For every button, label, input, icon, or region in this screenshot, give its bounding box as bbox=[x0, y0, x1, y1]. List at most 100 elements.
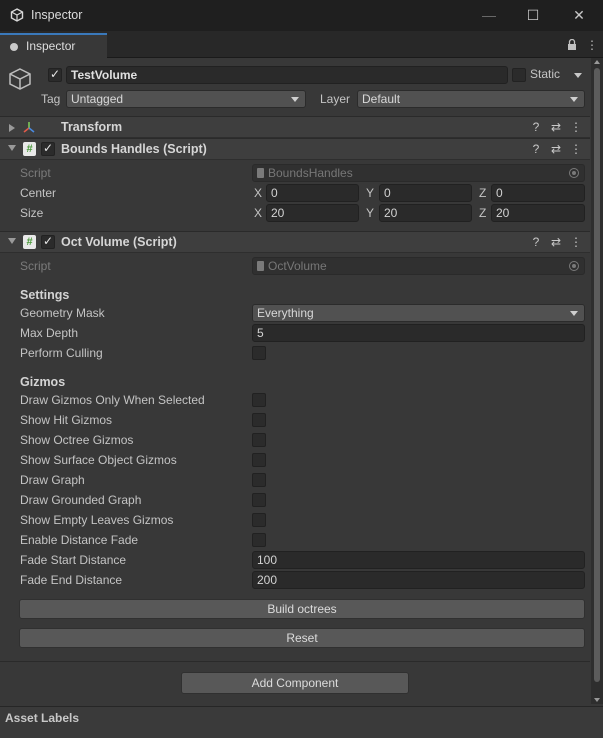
enable-distance-fade-checkbox[interactable] bbox=[252, 533, 266, 547]
help-icon[interactable]: ? bbox=[530, 235, 542, 249]
perform-culling-label: Perform Culling bbox=[20, 346, 103, 360]
gizmo-option-label: Show Octree Gizmos bbox=[20, 433, 134, 447]
bounds-handles-header[interactable]: # Bounds Handles (Script) ? ⇄ ⋮ bbox=[0, 138, 590, 160]
scroll-up-icon[interactable] bbox=[594, 60, 600, 64]
geometry-mask-dropdown[interactable]: Everything bbox=[252, 304, 585, 322]
oct-volume-title: Oct Volume (Script) bbox=[61, 235, 177, 249]
preset-settings-icon[interactable]: ⇄ bbox=[550, 120, 562, 134]
show-hit-gizmos-checkbox[interactable] bbox=[252, 413, 266, 427]
draw-gizmos-only-when-selected-checkbox[interactable] bbox=[252, 393, 266, 407]
oct-volume-header[interactable]: # Oct Volume (Script) ? ⇄ ⋮ bbox=[0, 231, 590, 253]
size-z-field[interactable]: 20 bbox=[491, 204, 585, 222]
center-y-label: Y bbox=[366, 186, 375, 200]
tag-dropdown[interactable]: Untagged bbox=[66, 90, 306, 108]
more-options-icon[interactable]: ⋮ bbox=[570, 235, 582, 249]
script-file-icon bbox=[257, 168, 264, 178]
script-label: Script bbox=[20, 166, 51, 180]
script-value: OctVolume bbox=[268, 259, 327, 273]
show-octree-gizmos-checkbox[interactable] bbox=[252, 433, 266, 447]
center-y-field[interactable]: 0 bbox=[379, 184, 472, 202]
close-button[interactable]: ✕ bbox=[569, 6, 589, 24]
script-label: Script bbox=[20, 259, 51, 273]
static-label: Static bbox=[530, 67, 561, 81]
layer-label: Layer bbox=[320, 92, 351, 106]
script-file-icon bbox=[257, 261, 264, 271]
size-x-label: X bbox=[254, 206, 263, 220]
expand-arrow-icon[interactable] bbox=[8, 238, 16, 244]
script-icon: # bbox=[23, 235, 36, 249]
geometry-mask-label: Geometry Mask bbox=[20, 306, 105, 320]
script-value: BoundsHandles bbox=[268, 166, 353, 180]
layer-dropdown[interactable]: Default bbox=[357, 90, 585, 108]
reset-button[interactable]: Reset bbox=[19, 628, 585, 648]
fade-start-distance-field[interactable]: 100 bbox=[252, 551, 585, 569]
asset-labels-bar[interactable]: Asset Labels bbox=[0, 706, 603, 738]
gizmo-option-label: Draw Gizmos Only When Selected bbox=[20, 393, 205, 407]
fade-end-distance-field[interactable]: 200 bbox=[252, 571, 585, 589]
gizmo-option-label: Show Empty Leaves Gizmos bbox=[20, 513, 174, 527]
show-empty-leaves-gizmos-checkbox[interactable] bbox=[252, 513, 266, 527]
size-label: Size bbox=[20, 206, 44, 220]
scroll-down-icon[interactable] bbox=[594, 698, 600, 702]
oct-volume-enabled-checkbox[interactable] bbox=[41, 234, 55, 249]
more-options-icon[interactable]: ⋮ bbox=[570, 120, 582, 134]
build-octrees-button[interactable]: Build octrees bbox=[19, 599, 585, 619]
size-z-label: Z bbox=[479, 206, 487, 220]
settings-header: Settings bbox=[20, 288, 70, 302]
max-depth-label: Max Depth bbox=[20, 326, 79, 340]
transform-icon bbox=[23, 122, 35, 133]
tab-inspector[interactable]: Inspector bbox=[0, 33, 107, 58]
bounds-handles-enabled-checkbox[interactable] bbox=[41, 141, 55, 156]
perform-culling-checkbox[interactable] bbox=[252, 346, 266, 360]
static-checkbox[interactable] bbox=[512, 68, 526, 82]
show-surface-object-gizmos-checkbox[interactable] bbox=[252, 453, 266, 467]
transform-header[interactable]: Transform ? ⇄ ⋮ bbox=[0, 116, 590, 138]
gizmos-header: Gizmos bbox=[20, 375, 66, 389]
scrollbar-thumb[interactable] bbox=[594, 68, 600, 682]
center-x-label: X bbox=[254, 186, 263, 200]
tab-label: Inspector bbox=[26, 39, 76, 53]
object-picker-icon[interactable] bbox=[569, 168, 579, 178]
center-label: Center bbox=[20, 186, 57, 200]
tab-bar: Inspector ⋮ bbox=[0, 31, 603, 58]
expand-arrow-icon[interactable] bbox=[8, 145, 16, 151]
static-dropdown-icon[interactable] bbox=[574, 73, 582, 78]
gizmo-option-label: Show Hit Gizmos bbox=[20, 413, 113, 427]
script-object-field[interactable]: OctVolume bbox=[252, 257, 585, 275]
preset-settings-icon[interactable]: ⇄ bbox=[550, 142, 562, 156]
info-icon bbox=[10, 43, 18, 51]
gizmo-option-label: Draw Graph bbox=[20, 473, 85, 487]
object-name-field[interactable]: TestVolume bbox=[66, 66, 508, 84]
gameobject-cube-icon bbox=[9, 68, 31, 90]
tab-menu-icon[interactable]: ⋮ bbox=[586, 38, 598, 52]
draw-grounded-graph-checkbox[interactable] bbox=[252, 493, 266, 507]
preset-settings-icon[interactable]: ⇄ bbox=[550, 235, 562, 249]
maximize-button[interactable]: ☐ bbox=[523, 6, 543, 24]
size-y-label: Y bbox=[366, 206, 375, 220]
transform-title: Transform bbox=[61, 120, 123, 134]
active-checkbox[interactable] bbox=[48, 67, 62, 82]
fade-end-distance-label: Fade End Distance bbox=[20, 573, 123, 587]
vertical-scrollbar[interactable] bbox=[591, 58, 603, 704]
center-x-field[interactable]: 0 bbox=[266, 184, 359, 202]
bounds-handles-title: Bounds Handles (Script) bbox=[61, 142, 207, 156]
minimize-button[interactable]: — bbox=[479, 6, 499, 24]
script-object-field[interactable]: BoundsHandles bbox=[252, 164, 585, 182]
center-z-field[interactable]: 0 bbox=[491, 184, 585, 202]
draw-graph-checkbox[interactable] bbox=[252, 473, 266, 487]
add-component-button[interactable]: Add Component bbox=[181, 672, 409, 694]
gizmo-option-label: Show Surface Object Gizmos bbox=[20, 453, 177, 467]
center-z-label: Z bbox=[479, 186, 487, 200]
lock-icon[interactable] bbox=[567, 38, 577, 53]
object-picker-icon[interactable] bbox=[569, 261, 579, 271]
size-x-field[interactable]: 20 bbox=[266, 204, 359, 222]
help-icon[interactable]: ? bbox=[530, 120, 542, 134]
help-icon[interactable]: ? bbox=[530, 142, 542, 156]
max-depth-field[interactable]: 5 bbox=[252, 324, 585, 342]
more-options-icon[interactable]: ⋮ bbox=[570, 142, 582, 156]
window-title: Inspector bbox=[31, 8, 83, 22]
unity-logo-icon bbox=[10, 8, 24, 22]
collapse-arrow-icon[interactable] bbox=[9, 124, 15, 132]
gizmo-option-label: Enable Distance Fade bbox=[20, 533, 139, 547]
size-y-field[interactable]: 20 bbox=[379, 204, 472, 222]
